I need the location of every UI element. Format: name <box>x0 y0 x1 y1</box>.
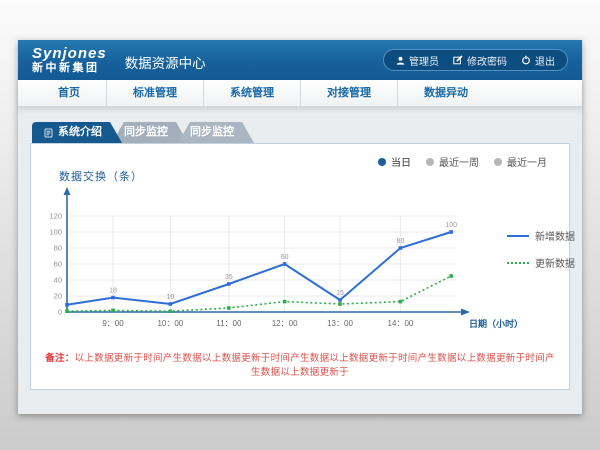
svg-text:20: 20 <box>54 292 62 301</box>
time-range-filters: 当日 最近一周 最近一月 <box>378 154 547 169</box>
svg-text:40: 40 <box>54 276 62 285</box>
radio-3[interactable]: 最近一月 <box>494 154 547 169</box>
nav-item-1[interactable]: 首页 <box>32 80 107 106</box>
nav-item-2[interactable]: 标准管理 <box>107 80 204 106</box>
chart-panel: 当日最近一周最近一月 数据交换（条） 0204060801001209：0010… <box>30 143 570 390</box>
user-name-label: 管理员 <box>409 53 439 68</box>
radio-label: 最近一月 <box>507 154 547 169</box>
page-title: 数据资源中心 <box>125 48 206 72</box>
legend-label: 新增数据 <box>535 228 575 243</box>
main-nav: 首页标准管理系统管理对接管理数据异动 <box>18 80 582 107</box>
svg-text:10: 10 <box>166 294 174 301</box>
user-menu[interactable]: 管理员 <box>396 53 439 68</box>
document-icon <box>44 128 53 138</box>
nav-item-5[interactable]: 数据异动 <box>398 80 494 106</box>
svg-text:80: 80 <box>54 244 62 253</box>
tab-label: 系统介绍 <box>58 122 102 143</box>
svg-text:12：00: 12：00 <box>272 319 298 328</box>
svg-text:13：00: 13：00 <box>327 319 353 328</box>
exchange-line-chart: 0 20 40 60 80 100 120 9：00 10：00 11：00 12：00 13：00 1… <box>37 182 561 340</box>
user-toolbar: 管理员 修改密码 退出 <box>383 49 568 71</box>
nav-item-3[interactable]: 系统管理 <box>204 80 301 106</box>
legend-item-2: 更新数据 <box>507 255 575 270</box>
logout-button[interactable]: 退出 <box>521 53 555 68</box>
legend-swatch-icon <box>507 235 529 237</box>
svg-text:15: 15 <box>336 290 344 297</box>
note-label: 备注： <box>45 353 74 364</box>
radio-dot-icon <box>494 158 502 166</box>
edit-icon <box>453 55 463 65</box>
footer-note: 备注：以上数据更新于时间产生数据以上数据更新于时间产生数据以上数据更新于时间产生… <box>45 350 555 378</box>
svg-text:14：00: 14：00 <box>388 319 414 328</box>
radio-label: 最近一周 <box>439 154 479 169</box>
radio-1[interactable]: 当日 <box>378 154 411 169</box>
legend-swatch-icon <box>507 262 529 264</box>
svg-text:0: 0 <box>58 308 62 317</box>
note-text: 以上数据更新于时间产生数据以上数据更新于时间产生数据以上数据更新于时间产生数据以… <box>75 353 555 378</box>
svg-text:120: 120 <box>49 212 62 221</box>
logo-chinese: 新中新集团 <box>32 63 107 74</box>
logo-english: Synjones <box>32 46 107 61</box>
svg-text:10：00: 10：00 <box>157 319 183 328</box>
radio-2[interactable]: 最近一周 <box>426 154 479 169</box>
svg-text:9：00: 9：00 <box>102 319 124 328</box>
power-icon <box>521 55 531 65</box>
svg-text:100: 100 <box>445 222 457 229</box>
svg-text:80: 80 <box>397 238 405 245</box>
chart-legend: 新增数据更新数据 <box>507 228 575 270</box>
legend-item-1: 新增数据 <box>507 228 575 243</box>
app-header: Synjones 新中新集团 数据资源中心 管理员 修改密码 退出 <box>18 40 582 80</box>
tab-bar: 系统介绍 同步监控 同步监控 <box>32 122 570 143</box>
change-password-label: 修改密码 <box>467 53 507 68</box>
logout-label: 退出 <box>535 53 555 68</box>
tab-3[interactable]: 同步监控 <box>178 122 254 143</box>
nav-item-4[interactable]: 对接管理 <box>301 80 398 106</box>
tab-label: 同步监控 <box>124 122 168 143</box>
svg-text:60: 60 <box>281 254 289 261</box>
legend-label: 更新数据 <box>535 255 575 270</box>
portal-window: Synjones 新中新集团 数据资源中心 管理员 修改密码 退出 首页标准 <box>18 40 582 414</box>
content-area: 系统介绍同步监控同步监控 当日最近一周最近一月 数据交换（条） 02040608… <box>18 106 582 414</box>
desktop-background: Synjones 新中新集团 数据资源中心 管理员 修改密码 退出 首页标准 <box>0 0 600 450</box>
tab-2[interactable]: 同步监控 <box>112 122 188 143</box>
radio-dot-icon <box>378 158 386 166</box>
tab-1[interactable]: 系统介绍 <box>32 122 122 143</box>
svg-text:日期（小时）: 日期（小时） <box>469 318 523 329</box>
svg-text:11：00: 11：00 <box>216 319 242 328</box>
svg-text:18: 18 <box>109 288 117 295</box>
svg-text:60: 60 <box>54 260 62 269</box>
company-logo: Synjones 新中新集团 <box>32 46 107 74</box>
radio-label: 当日 <box>391 154 411 169</box>
tab-label: 同步监控 <box>190 122 234 143</box>
svg-text:100: 100 <box>49 228 62 237</box>
svg-text:35: 35 <box>225 274 233 281</box>
change-password-button[interactable]: 修改密码 <box>453 53 507 68</box>
user-icon <box>396 56 405 65</box>
radio-dot-icon <box>426 158 434 166</box>
chart-block: 0 20 40 60 80 100 120 9：00 10：00 11：00 12：00 13：00 1… <box>37 182 563 340</box>
